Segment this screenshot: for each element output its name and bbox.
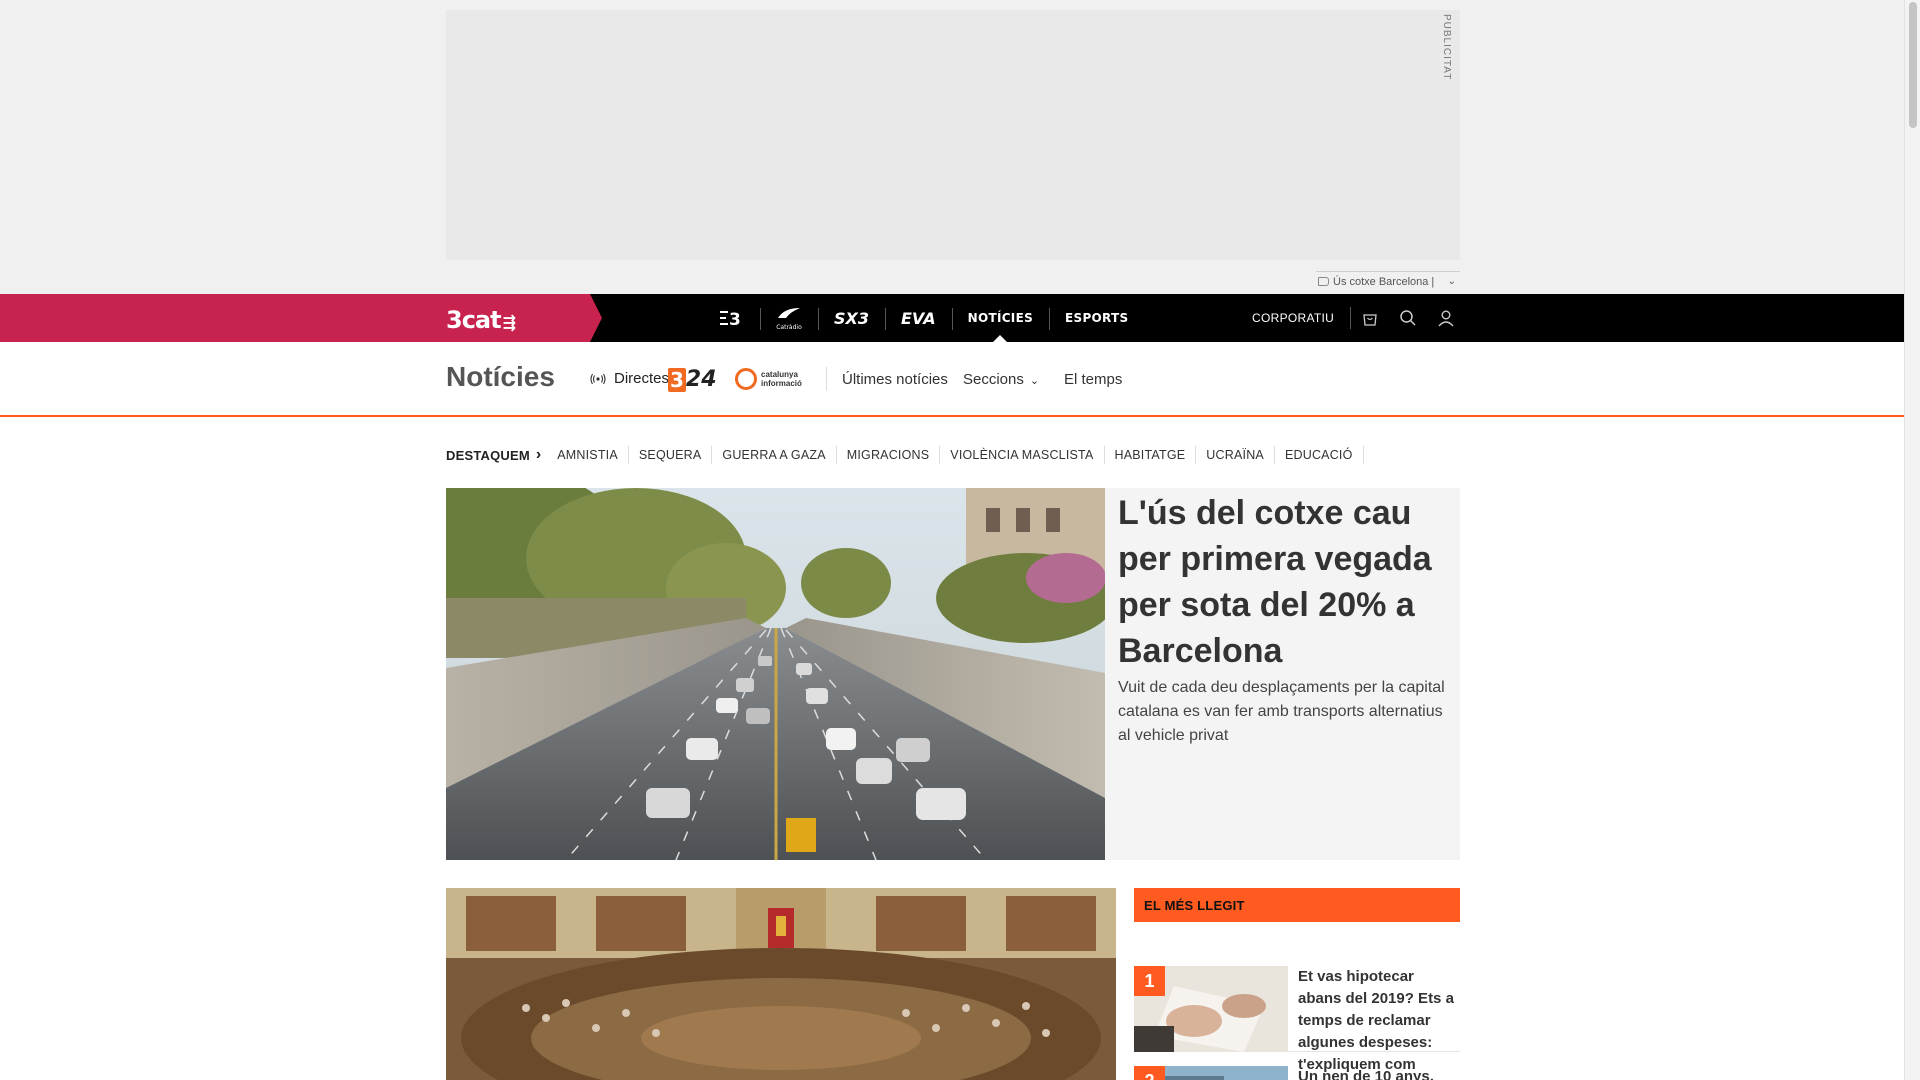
scrollbar-thumb[interactable] — [1909, 2, 1917, 128]
catradio-logo-icon: Catràdio — [776, 305, 802, 331]
channel-list: 3 Catràdio SX3 EVA NOTÍCIES ESPORTS — [702, 294, 1144, 342]
chevron-down-icon: ⌄ — [1447, 276, 1456, 287]
chevron-down-icon: ⌄ — [1029, 375, 1040, 387]
secondary-story-image[interactable] — [446, 888, 1116, 1080]
channel-esports[interactable]: ESPORTS — [1049, 294, 1144, 342]
topic-tag[interactable]: HABITATGE — [1105, 446, 1197, 464]
catinfo-line1: catalunya — [761, 370, 798, 379]
topic-tag[interactable]: AMNISTIA — [547, 446, 629, 464]
topic-tag[interactable]: MIGRACIONS — [837, 446, 941, 464]
most-read-panel: EL MÉS LLEGIT 1 Et vas hipotecar abans d… — [1134, 888, 1460, 1080]
ad-slot[interactable] — [446, 10, 1460, 260]
section-divider — [826, 367, 827, 391]
topic-tag[interactable]: GUERRA A GAZA — [712, 446, 837, 464]
logo-324-num: 24 — [685, 367, 717, 392]
channel-eva[interactable]: EVA — [885, 294, 952, 342]
tv3-logo-icon: 3 — [720, 310, 741, 328]
ad-label: PUBLICITAT — [1441, 14, 1452, 81]
ad-tag[interactable]: Ús cotxe Barcelona | ⌄ — [1316, 271, 1460, 291]
latest-news-link[interactable]: Últimes notícies — [842, 371, 948, 388]
brand-arrow-icon: ⇶ — [502, 313, 516, 332]
catradio-label: Catràdio — [776, 324, 802, 331]
catinfo-line2: informació — [761, 379, 802, 388]
channel-catradio[interactable]: Catràdio — [760, 294, 818, 342]
hero-summary: Vuit de cada deu desplaçaments per la ca… — [1118, 679, 1445, 744]
weather-link[interactable]: El temps — [1064, 371, 1122, 388]
topic-tag[interactable]: SEQUERA — [629, 446, 713, 464]
nav-right: CORPORATIU — [1238, 294, 1465, 342]
user-icon[interactable] — [1427, 294, 1465, 342]
chevron-right-icon: › — [535, 446, 542, 463]
channel-noticies-label: NOTÍCIES — [967, 311, 1034, 325]
tag-icon — [1318, 277, 1329, 286]
topic-tag[interactable]: VIOLÈNCIA MASCLISTA — [940, 446, 1105, 464]
shop-bag-icon[interactable] — [1351, 294, 1389, 342]
sx3-logo-icon: SX3 — [834, 308, 869, 328]
catalunya-informacio-logo[interactable]: catalunya informació — [735, 368, 802, 390]
ad-banner-area: PUBLICITAT Ús cotxe Barcelona | ⌄ — [0, 0, 1904, 294]
search-icon[interactable] — [1389, 294, 1427, 342]
catinfo-text: catalunya informació — [761, 370, 802, 388]
hero-image[interactable] — [446, 488, 1105, 860]
hero-title[interactable]: L'ús del cotxe cau per primera vegada pe… — [1118, 490, 1448, 674]
topic-tag[interactable]: EDUCACIÓ — [1275, 446, 1364, 464]
section-title[interactable]: Notícies — [446, 361, 555, 393]
channel-esports-label: ESPORTS — [1065, 311, 1129, 325]
most-read-item[interactable]: 2 Un nen de 10 anys, — [1134, 1052, 1460, 1080]
most-read-header: EL MÉS LLEGIT — [1134, 888, 1460, 922]
page-scrollbar[interactable] — [1904, 0, 1920, 1080]
corporate-link[interactable]: CORPORATIU — [1238, 307, 1352, 329]
live-broadcast-icon — [590, 373, 606, 384]
catinfo-ring-icon — [735, 368, 757, 390]
rank-badge: 2 — [1134, 1066, 1165, 1080]
brand-logo-text: 3cat — [446, 306, 502, 334]
sections-dropdown[interactable]: Seccions ⌄ — [963, 371, 1039, 388]
topic-tag[interactable]: UCRAÏNA — [1196, 446, 1275, 464]
sections-label: Seccions — [963, 371, 1024, 388]
top-navigation: 3cat ⇶ 3 Catràdio SX3 EVA NOTÍCIES ESPORT… — [0, 294, 1904, 342]
live-link[interactable]: Directes — [590, 370, 669, 387]
eva-logo-icon: EVA — [901, 308, 936, 328]
channel-noticies[interactable]: NOTÍCIES — [951, 294, 1049, 342]
most-read-item[interactable]: 1 Et vas hipotecar abans del 2019? Ets a… — [1134, 922, 1460, 1073]
ad-tag-text: Ús cotxe Barcelona | — [1333, 275, 1435, 288]
svg-text:3: 3 — [729, 310, 741, 328]
channel-tv3[interactable]: 3 — [702, 294, 760, 342]
featured-label: DESTAQUEM — [446, 447, 530, 463]
featured-topics-bar: DESTAQUEM › AMNISTIA SEQUERA GUERRA A GA… — [446, 445, 1364, 465]
channel-sx3[interactable]: SX3 — [818, 294, 885, 342]
section-header: Notícies Directes 3 24 catalunya informac… — [0, 342, 1904, 417]
hero-story[interactable]: L'ús del cotxe cau per primera vegada pe… — [446, 488, 1460, 860]
rank-badge: 1 — [1134, 966, 1165, 996]
most-read-title[interactable]: Un nen de 10 anys, — [1298, 1066, 1454, 1080]
brand-logo[interactable]: 3cat ⇶ — [446, 306, 516, 334]
channel-324-logo[interactable]: 3 24 — [668, 367, 717, 392]
live-label: Directes — [614, 370, 670, 387]
logo-324-three: 3 — [668, 367, 686, 392]
